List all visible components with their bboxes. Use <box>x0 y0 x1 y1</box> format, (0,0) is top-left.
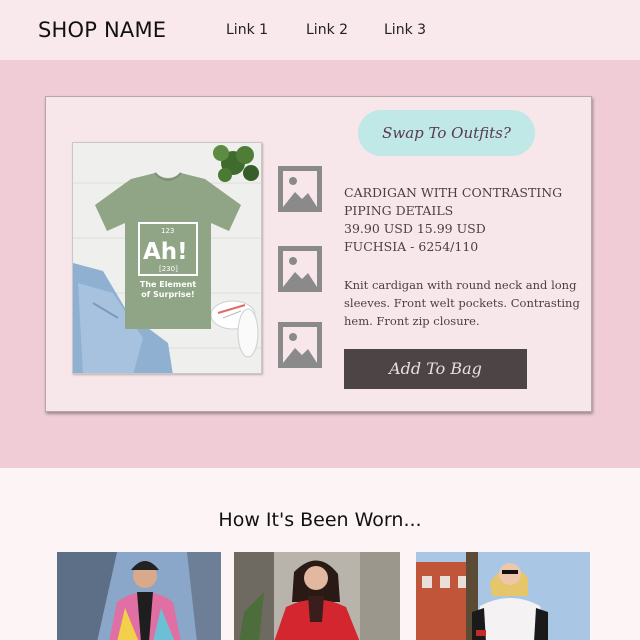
worn-photo-1[interactable] <box>57 552 221 640</box>
worn-photo-image <box>234 552 400 640</box>
worn-photo-2[interactable] <box>234 552 400 640</box>
image-placeholder-icon <box>278 246 322 292</box>
svg-text:of Surprise!: of Surprise! <box>141 290 194 299</box>
worn-photo-3[interactable] <box>416 552 590 640</box>
product-price: 39.90 USD 15.99 USD <box>344 221 486 236</box>
svg-text:123: 123 <box>161 227 174 235</box>
svg-text:The Element: The Element <box>140 280 196 289</box>
thumbnail-2[interactable] <box>278 246 322 292</box>
thumbnail-3[interactable] <box>278 322 322 368</box>
add-to-bag-button[interactable]: Add To Bag <box>344 349 527 389</box>
product-title-line-1: CARDIGAN WITH CONTRASTING <box>344 185 563 200</box>
nav-link-3[interactable]: Link 3 <box>384 22 426 38</box>
product-title-line-2: PIPING DETAILS <box>344 203 454 218</box>
nav-link-2[interactable]: Link 2 <box>306 22 348 38</box>
svg-text:[230]: [230] <box>159 265 178 273</box>
image-placeholder-icon <box>278 322 322 368</box>
worn-photo-image <box>416 552 590 640</box>
tshirt-flatlay-image: 123 Ah! [230] The Element of Surprise! <box>73 143 261 373</box>
svg-text:Ah!: Ah! <box>143 239 188 265</box>
site-header: SHOP NAME Link 1 Link 2 Link 3 <box>0 0 640 60</box>
worn-photo-image <box>57 552 221 640</box>
swap-to-outfits-button[interactable]: Swap To Outfits? <box>358 110 535 156</box>
product-color-ref: FUCHSIA - 6254/110 <box>344 239 479 254</box>
product-description: Knit cardigan with round neck and long s… <box>344 278 580 328</box>
shop-name-logo[interactable]: SHOP NAME <box>38 18 166 42</box>
image-placeholder-icon <box>278 166 322 212</box>
nav-link-1[interactable]: Link 1 <box>226 22 268 38</box>
product-image: 123 Ah! [230] The Element of Surprise! <box>72 142 262 374</box>
thumbnail-1[interactable] <box>278 166 322 212</box>
worn-section-title: How It's Been Worn... <box>218 509 422 531</box>
